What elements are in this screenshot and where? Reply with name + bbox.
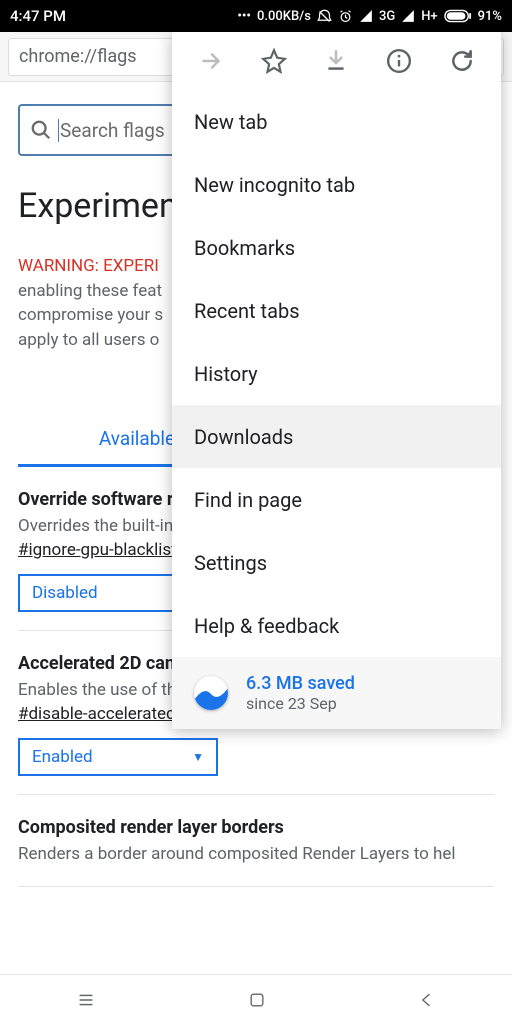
flag-item: Composited render layer borders Renders a… bbox=[18, 795, 494, 887]
status-speed: 0.00KB/s bbox=[257, 9, 311, 24]
status-dots: ••• bbox=[237, 9, 251, 24]
data-saver-line1: 6.3 MB saved bbox=[246, 673, 355, 694]
status-battery: 91% bbox=[478, 9, 502, 24]
battery-icon bbox=[444, 9, 472, 23]
data-saver-text: 6.3 MB saved since 23 Sep bbox=[246, 673, 355, 713]
overflow-menu: New tabNew incognito tabBookmarksRecent … bbox=[172, 32, 501, 729]
android-nav-bar bbox=[0, 974, 512, 1024]
signal-icon-1 bbox=[359, 9, 373, 23]
info-icon bbox=[386, 48, 412, 74]
status-right: ••• 0.00KB/s 3G H+ 91% bbox=[237, 9, 502, 24]
menu-item-recent-tabs[interactable]: Recent tabs bbox=[172, 279, 501, 342]
text-cursor bbox=[58, 119, 59, 142]
menu-item-settings[interactable]: Settings bbox=[172, 531, 501, 594]
data-saver-line2: since 23 Sep bbox=[246, 694, 355, 713]
status-bar: 4:47 PM ••• 0.00KB/s 3G H+ 91% bbox=[0, 0, 512, 32]
signal-icon-2 bbox=[401, 9, 415, 23]
menu-item-new-incognito-tab[interactable]: New incognito tab bbox=[172, 153, 501, 216]
back-button[interactable] bbox=[417, 990, 437, 1010]
status-net2: H+ bbox=[421, 9, 437, 24]
status-net1: 3G bbox=[379, 9, 395, 24]
menu-item-help-feedback[interactable]: Help & feedback bbox=[172, 594, 501, 657]
flag-desc: Renders a border around composited Rende… bbox=[18, 844, 494, 864]
forward-button[interactable] bbox=[197, 47, 225, 75]
data-saver-row[interactable]: 6.3 MB saved since 23 Sep bbox=[172, 657, 501, 729]
alarm-icon bbox=[338, 9, 353, 24]
url-text: chrome://flags bbox=[19, 46, 137, 67]
flag-select-value: Enabled bbox=[32, 747, 93, 767]
flag-select-value: Disabled bbox=[32, 583, 98, 603]
search-icon bbox=[30, 119, 52, 141]
download-button[interactable] bbox=[322, 47, 350, 75]
mute-icon bbox=[317, 9, 332, 24]
download-icon bbox=[323, 48, 349, 74]
recent-apps-button[interactable] bbox=[75, 989, 97, 1011]
flag-select[interactable]: Enabled ▼ bbox=[18, 738, 218, 776]
reload-icon bbox=[449, 48, 475, 74]
menu-item-downloads[interactable]: Downloads bbox=[172, 405, 501, 468]
bookmark-button[interactable] bbox=[260, 47, 288, 75]
home-button[interactable] bbox=[247, 990, 267, 1010]
flag-link[interactable]: #ignore-gpu-blacklist bbox=[18, 540, 177, 560]
menu-item-bookmarks[interactable]: Bookmarks bbox=[172, 216, 501, 279]
menu-icon-row bbox=[172, 32, 501, 90]
menu-item-history[interactable]: History bbox=[172, 342, 501, 405]
menu-item-new-tab[interactable]: New tab bbox=[172, 90, 501, 153]
star-icon bbox=[261, 48, 287, 74]
chevron-down-icon: ▼ bbox=[192, 750, 204, 764]
data-saver-icon bbox=[194, 676, 228, 710]
menu-item-find-in-page[interactable]: Find in page bbox=[172, 468, 501, 531]
status-time: 4:47 PM bbox=[10, 7, 66, 25]
flag-title: Composited render layer borders bbox=[18, 817, 494, 838]
reload-button[interactable] bbox=[448, 47, 476, 75]
info-button[interactable] bbox=[385, 47, 413, 75]
forward-icon bbox=[198, 48, 224, 74]
search-placeholder: Search flags bbox=[60, 119, 165, 142]
